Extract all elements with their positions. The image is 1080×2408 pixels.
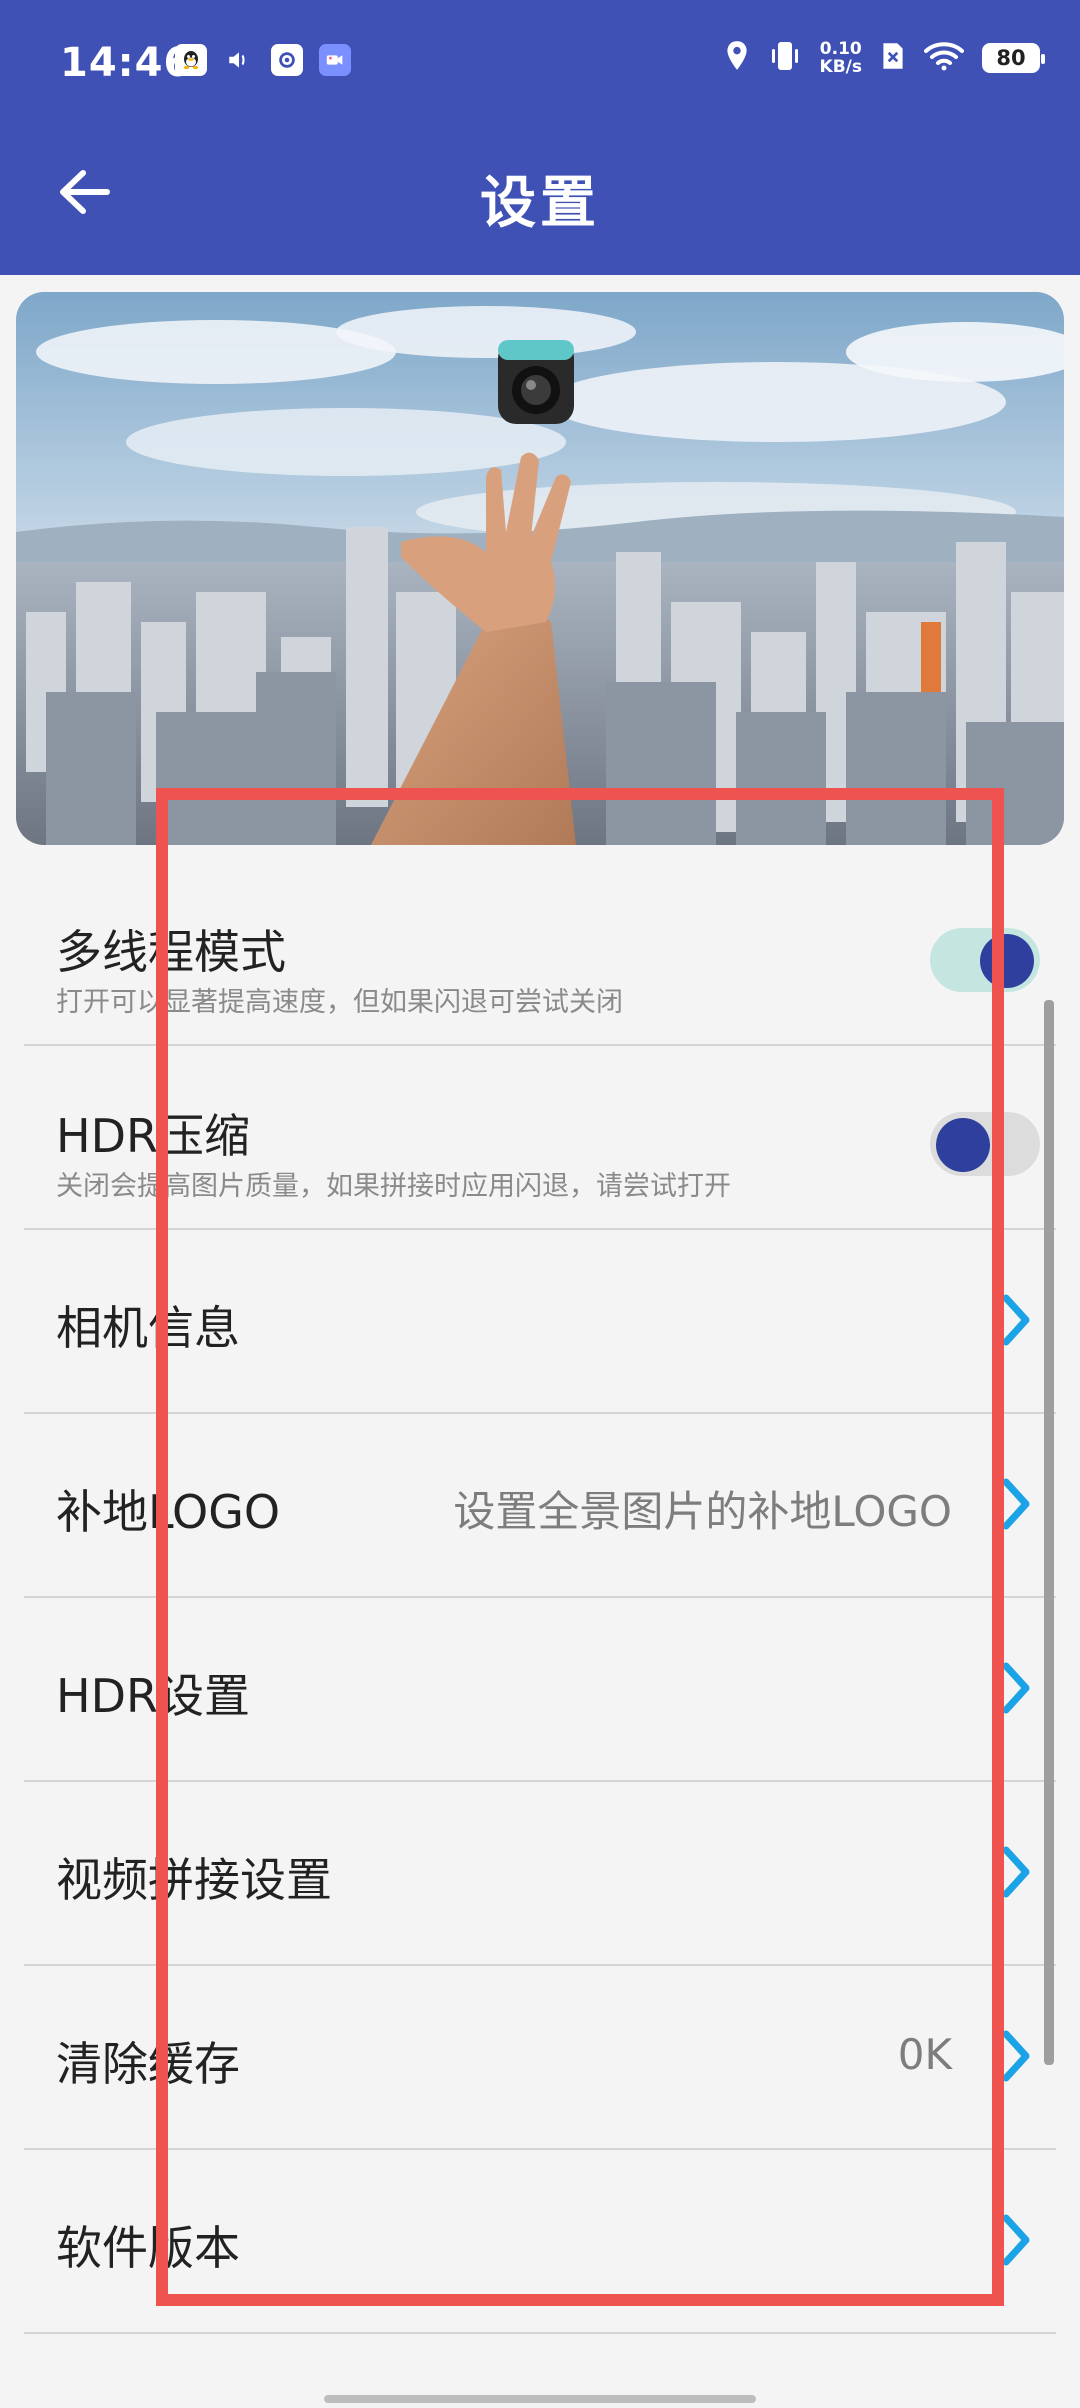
setting-value: 设置全景图片的补地LOGO bbox=[453, 1487, 952, 1536]
chevron-right-icon bbox=[1002, 1846, 1030, 1898]
chevron-right-icon bbox=[1002, 2030, 1030, 2082]
toggle-knob bbox=[980, 934, 1034, 988]
network-speed-unit: KB/s bbox=[819, 57, 862, 77]
toggle-knob bbox=[936, 1118, 990, 1172]
network-speed-value: 0.10 bbox=[819, 39, 862, 59]
setting-title: 相机信息 bbox=[56, 1301, 240, 1355]
chevron-right-icon bbox=[1002, 2214, 1030, 2266]
banner-image bbox=[16, 292, 1064, 845]
battery-indicator: 80 bbox=[982, 43, 1045, 73]
gesture-nav-handle[interactable] bbox=[324, 2395, 756, 2403]
app-bar: 14:46 0.10 KB/s 80 设置 bbox=[0, 0, 1080, 275]
setting-subtitle: 关闭会提高图片质量，如果拼接时应用闪退，请尝试打开 bbox=[56, 1171, 731, 1202]
setting-camera-info[interactable]: 相机信息 bbox=[24, 1230, 1056, 1414]
location-icon bbox=[724, 40, 750, 76]
page-title: 设置 bbox=[480, 171, 600, 236]
app-icon bbox=[271, 44, 303, 76]
setting-title: HDR压缩 bbox=[56, 1109, 250, 1163]
setting-hdr[interactable]: HDR设置 bbox=[24, 1598, 1056, 1782]
setting-title: HDR设置 bbox=[56, 1669, 250, 1723]
setting-clear-cache[interactable]: 清除缓存 0K bbox=[24, 1966, 1056, 2150]
no-sim-icon bbox=[880, 40, 906, 76]
setting-subtitle: 打开可以显著提高速度，但如果闪退可尝试关闭 bbox=[56, 987, 623, 1018]
chevron-right-icon bbox=[1002, 1478, 1030, 1530]
scrollbar[interactable] bbox=[1044, 1000, 1054, 2065]
setting-title: 清除缓存 bbox=[56, 2037, 240, 2091]
status-time: 14:46 bbox=[60, 40, 193, 86]
qq-icon bbox=[175, 44, 207, 76]
setting-multithread-mode[interactable]: 多线程模式 打开可以显著提高速度，但如果闪退可尝试关闭 bbox=[24, 862, 1056, 1046]
banner-illustration bbox=[16, 292, 1064, 845]
setting-title: 视频拼接设置 bbox=[56, 1853, 332, 1907]
setting-hdr-compress[interactable]: HDR压缩 关闭会提高图片质量，如果拼接时应用闪退，请尝试打开 bbox=[24, 1046, 1056, 1230]
network-speed: 0.10 KB/s bbox=[820, 40, 862, 76]
multithread-toggle[interactable] bbox=[930, 928, 1040, 992]
volume-icon bbox=[223, 44, 255, 76]
settings-list: 多线程模式 打开可以显著提高速度，但如果闪退可尝试关闭 HDR压缩 关闭会提高图… bbox=[0, 862, 1080, 2334]
setting-title: 补地LOGO bbox=[56, 1485, 281, 1539]
video-icon bbox=[319, 44, 351, 76]
status-left-icons bbox=[175, 44, 351, 76]
hdr-compress-toggle[interactable] bbox=[930, 1112, 1040, 1176]
chevron-right-icon bbox=[1002, 1662, 1030, 1714]
setting-software-version[interactable]: 软件版本 bbox=[24, 2150, 1056, 2334]
wifi-icon bbox=[924, 41, 964, 75]
setting-video-stitch[interactable]: 视频拼接设置 bbox=[24, 1782, 1056, 1966]
setting-ground-logo[interactable]: 补地LOGO 设置全景图片的补地LOGO bbox=[24, 1414, 1056, 1598]
setting-title: 软件版本 bbox=[56, 2221, 240, 2275]
cache-size-value: 0K bbox=[897, 2030, 952, 2079]
vibrate-icon bbox=[768, 40, 802, 76]
chevron-right-icon bbox=[1002, 1294, 1030, 1346]
setting-title: 多线程模式 bbox=[56, 925, 286, 979]
status-right-icons: 0.10 KB/s 80 bbox=[724, 40, 1045, 76]
